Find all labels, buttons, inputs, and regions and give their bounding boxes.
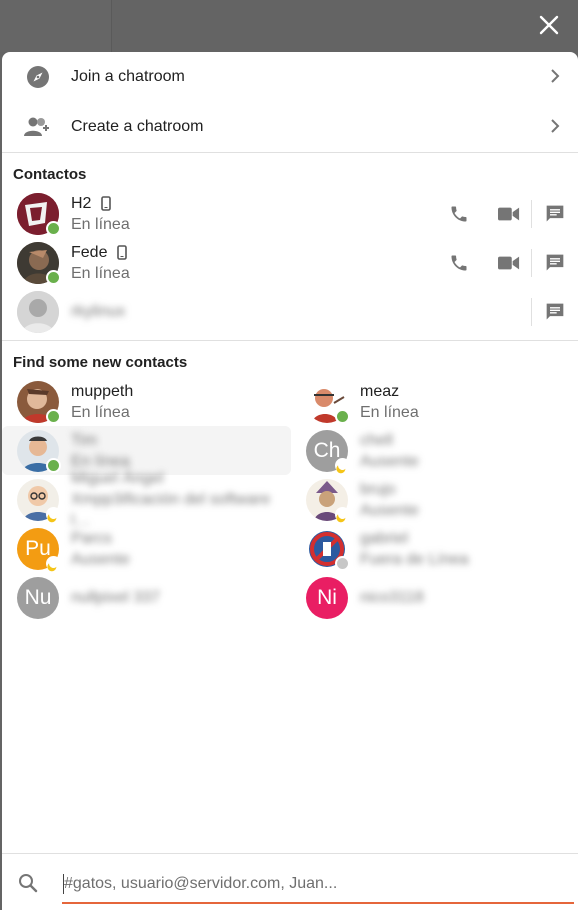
- status-online-dot: [46, 220, 61, 236]
- contact-status: En línea: [71, 403, 130, 421]
- video-call-button[interactable]: [484, 255, 534, 271]
- avatar: [17, 241, 61, 285]
- status-offline-dot: [335, 555, 350, 571]
- voice-call-button[interactable]: [434, 204, 484, 224]
- chevron-right-icon: [551, 119, 560, 133]
- contact-name: Fede: [71, 243, 108, 261]
- background-pane: [0, 0, 112, 52]
- mobile-device-icon: [101, 195, 112, 211]
- avatar: Nu: [17, 576, 59, 619]
- video-icon: [498, 207, 520, 220]
- avatar-initials: Ni: [306, 576, 348, 619]
- contact-name: gabriel: [360, 529, 409, 547]
- search-icon: [19, 874, 38, 893]
- message-button[interactable]: [532, 204, 578, 224]
- suggested-contact[interactable]: Pu Parcs Ausente: [2, 524, 291, 573]
- avatar: [17, 192, 61, 236]
- status-away-icon: [46, 506, 61, 522]
- new-contacts-section-title: Find some new contacts: [13, 354, 188, 371]
- add-group-icon: [24, 113, 52, 141]
- phone-icon: [451, 255, 467, 270]
- contacts-section-title: Contactos: [13, 166, 87, 183]
- avatar: [306, 380, 350, 424]
- suggested-contact[interactable]: gabriel Fuera de Línea: [291, 524, 578, 573]
- contact-name: muppeth: [71, 382, 134, 400]
- contact-name: nullpixel 337: [71, 589, 160, 606]
- contact-name: chell: [360, 431, 393, 449]
- contact-row-rkylinux[interactable]: rkylinux: [2, 287, 578, 336]
- suggested-contact[interactable]: Miguel Ángel Xmpp3ificación del software…: [2, 470, 291, 529]
- contact-status: En línea: [71, 264, 130, 282]
- contact-status: En línea: [71, 215, 130, 233]
- mobile-device-icon: [117, 244, 128, 260]
- contact-name: brujo: [360, 480, 396, 498]
- voice-call-button[interactable]: [434, 253, 484, 273]
- suggested-contact[interactable]: muppeth En línea: [2, 377, 291, 426]
- close-icon: [539, 15, 559, 35]
- video-icon: [498, 256, 520, 269]
- search-input[interactable]: [62, 866, 574, 904]
- avatar: [17, 380, 61, 424]
- suggested-contact[interactable]: Ch chell Ausente: [291, 426, 578, 475]
- suggested-contact[interactable]: Ni nico3118: [291, 573, 578, 622]
- contact-row-h2[interactable]: H2 En línea: [2, 189, 578, 238]
- message-button[interactable]: [532, 302, 578, 322]
- avatar: [17, 478, 61, 522]
- message-icon: [546, 254, 564, 270]
- search-bar: [2, 853, 578, 910]
- avatar: [306, 527, 350, 571]
- create-chatroom-row[interactable]: Create a chatroom: [2, 102, 578, 152]
- contact-status: Ausente: [360, 501, 419, 519]
- status-away-icon: [46, 555, 61, 571]
- contact-status: En línea: [360, 403, 419, 421]
- contact-name: meaz: [360, 382, 400, 400]
- text-cursor: [63, 874, 64, 894]
- chevron-right-icon: [551, 69, 560, 83]
- avatar: [306, 478, 350, 522]
- video-call-button[interactable]: [484, 206, 534, 222]
- avatar: Ni: [306, 576, 348, 619]
- suggested-contact[interactable]: meaz En línea: [291, 377, 578, 426]
- compass-icon: [24, 63, 52, 91]
- avatar: Pu: [17, 527, 61, 571]
- contact-name: Tim: [71, 431, 98, 449]
- status-online-dot: [46, 408, 61, 424]
- join-chatroom-label: Join a chatroom: [71, 68, 185, 85]
- message-button[interactable]: [532, 253, 578, 273]
- create-chatroom-label: Create a chatroom: [71, 118, 204, 135]
- status-away-icon: [335, 506, 350, 522]
- message-icon: [546, 303, 564, 319]
- suggested-contact[interactable]: Nu nullpixel 337: [2, 573, 291, 622]
- status-away-icon: [335, 457, 350, 473]
- avatar-initials: Nu: [17, 576, 59, 619]
- backdrop-bar: [0, 0, 578, 52]
- close-button[interactable]: [536, 12, 562, 38]
- suggested-contact[interactable]: brujo Ausente: [291, 475, 578, 524]
- status-online-dot: [46, 269, 61, 285]
- avatar: [17, 290, 59, 333]
- contact-status: Ausente: [71, 550, 130, 568]
- avatar: [17, 429, 61, 473]
- avatar: Ch: [306, 429, 350, 473]
- status-online-dot: [335, 408, 350, 424]
- contact-status: Fuera de Línea: [360, 550, 469, 568]
- join-chatroom-row[interactable]: Join a chatroom: [2, 52, 578, 102]
- contact-name: H2: [71, 194, 92, 212]
- contact-row-fede[interactable]: Fede En línea: [2, 238, 578, 287]
- contacts-panel: Join a chatroom Create a chatroom Contac…: [2, 52, 578, 910]
- contact-name: Miguel Ángel: [71, 470, 164, 487]
- status-online-dot: [46, 457, 61, 473]
- contact-status: Ausente: [360, 452, 419, 470]
- avatar-image: [17, 290, 59, 333]
- contact-name: Parcs: [71, 529, 112, 547]
- new-contacts-grid: muppeth En línea meaz En línea Tim En lí…: [2, 377, 578, 622]
- contact-name: nico3118: [360, 589, 424, 606]
- message-icon: [546, 205, 564, 221]
- contact-name: rkylinux: [71, 303, 126, 320]
- phone-icon: [451, 206, 467, 221]
